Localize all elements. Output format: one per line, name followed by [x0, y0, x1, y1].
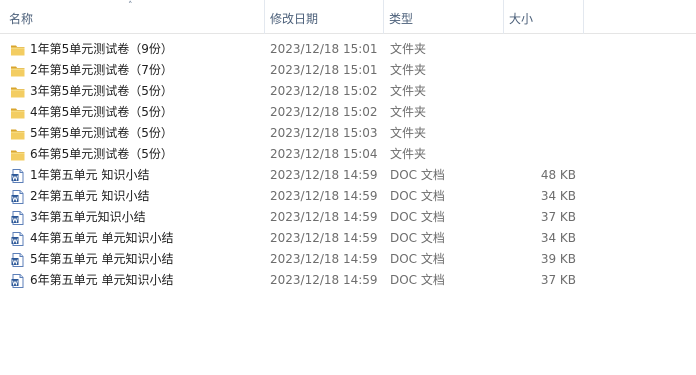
folder-icon: [10, 105, 26, 121]
file-modified-date: 2023/12/18 15:01: [270, 63, 378, 77]
column-header-date[interactable]: 修改日期: [265, 0, 384, 34]
file-size: 39 KB: [540, 252, 576, 266]
word-doc-icon: [10, 273, 26, 289]
file-name: 6年第5单元测试卷（5份）: [30, 147, 173, 161]
folder-icon: [10, 126, 26, 142]
file-name: 3年第五单元知识小结: [30, 210, 146, 224]
file-row[interactable]: 4年第五单元 单元知识小结 2023/12/18 14:59 DOC 文档 34 KB: [0, 228, 696, 249]
file-type: 文件夹: [390, 84, 427, 98]
file-modified-date: 2023/12/18 15:02: [270, 105, 378, 119]
file-row[interactable]: 1年第五单元 知识小结 2023/12/18 14:59 DOC 文档 48 KB: [0, 165, 696, 186]
file-row[interactable]: 3年第5单元测试卷（5份） 2023/12/18 15:02 文件夹: [0, 81, 696, 102]
column-header-size-label: 大小: [509, 12, 534, 26]
column-header-bar: 名称 ˄ 修改日期 类型 大小: [0, 0, 696, 34]
file-modified-date: 2023/12/18 14:59: [270, 252, 378, 266]
folder-icon: [10, 63, 26, 79]
file-type: 文件夹: [390, 42, 427, 56]
word-doc-icon: [10, 210, 26, 226]
file-size: 48 KB: [540, 168, 576, 182]
file-size: [504, 60, 576, 81]
file-name: 3年第5单元测试卷（5份）: [30, 84, 173, 98]
word-doc-icon: [10, 168, 26, 184]
file-type: 文件夹: [390, 105, 427, 119]
file-type: DOC 文档: [390, 189, 445, 203]
word-doc-icon: [10, 252, 26, 268]
file-type: 文件夹: [390, 147, 427, 161]
file-name: 1年第5单元测试卷（9份）: [30, 42, 173, 56]
column-header-type-label: 类型: [389, 12, 414, 26]
word-doc-icon: [10, 231, 26, 247]
file-modified-date: 2023/12/18 15:03: [270, 126, 378, 140]
file-name: 4年第五单元 单元知识小结: [30, 231, 174, 245]
file-row[interactable]: 5年第5单元测试卷（5份） 2023/12/18 15:03 文件夹: [0, 123, 696, 144]
file-size: 37 KB: [540, 210, 576, 224]
file-type: DOC 文档: [390, 273, 445, 287]
file-size: [504, 144, 576, 165]
file-type: DOC 文档: [390, 168, 445, 182]
file-size: 37 KB: [540, 273, 576, 287]
file-modified-date: 2023/12/18 14:59: [270, 189, 378, 203]
file-name: 2年第5单元测试卷（7份）: [30, 63, 173, 77]
file-row[interactable]: 3年第五单元知识小结 2023/12/18 14:59 DOC 文档 37 KB: [0, 207, 696, 228]
file-modified-date: 2023/12/18 14:59: [270, 231, 378, 245]
file-size: 34 KB: [540, 231, 576, 245]
file-name: 5年第5单元测试卷（5份）: [30, 126, 173, 140]
file-type: DOC 文档: [390, 231, 445, 245]
file-row[interactable]: 2年第五单元 知识小结 2023/12/18 14:59 DOC 文档 34 KB: [0, 186, 696, 207]
file-name: 5年第五单元 单元知识小结: [30, 252, 174, 266]
file-modified-date: 2023/12/18 14:59: [270, 168, 378, 182]
column-header-date-label: 修改日期: [270, 12, 319, 26]
sort-ascending-icon: ˄: [128, 1, 133, 11]
file-type: DOC 文档: [390, 252, 445, 266]
file-modified-date: 2023/12/18 14:59: [270, 210, 378, 224]
file-type: 文件夹: [390, 63, 427, 77]
file-name: 6年第五单元 单元知识小结: [30, 273, 174, 287]
file-modified-date: 2023/12/18 14:59: [270, 273, 378, 287]
file-row[interactable]: 6年第5单元测试卷（5份） 2023/12/18 15:04 文件夹: [0, 144, 696, 165]
file-type: DOC 文档: [390, 210, 445, 224]
file-size: [504, 39, 576, 60]
file-size: 34 KB: [540, 189, 576, 203]
column-header-type[interactable]: 类型: [384, 0, 504, 34]
file-row[interactable]: 5年第五单元 单元知识小结 2023/12/18 14:59 DOC 文档 39 KB: [0, 249, 696, 270]
column-header-name-label: 名称: [9, 12, 34, 26]
file-row[interactable]: 6年第五单元 单元知识小结 2023/12/18 14:59 DOC 文档 37 KB: [0, 270, 696, 291]
file-row[interactable]: 4年第5单元测试卷（5份） 2023/12/18 15:02 文件夹: [0, 102, 696, 123]
file-list: 1年第5单元测试卷（9份） 2023/12/18 15:01 文件夹 2年第5单元测试…: [0, 39, 696, 291]
folder-icon: [10, 84, 26, 100]
file-size: [504, 123, 576, 144]
file-name: 1年第五单元 知识小结: [30, 168, 150, 182]
folder-icon: [10, 147, 26, 163]
file-row[interactable]: 2年第5单元测试卷（7份） 2023/12/18 15:01 文件夹: [0, 60, 696, 81]
file-name: 4年第5单元测试卷（5份）: [30, 105, 173, 119]
file-name: 2年第五单元 知识小结: [30, 189, 150, 203]
file-type: 文件夹: [390, 126, 427, 140]
folder-icon: [10, 42, 26, 58]
file-row[interactable]: 1年第5单元测试卷（9份） 2023/12/18 15:01 文件夹: [0, 39, 696, 60]
column-header-name[interactable]: 名称 ˄: [0, 0, 265, 34]
column-header-size[interactable]: 大小: [504, 0, 584, 34]
word-doc-icon: [10, 189, 26, 205]
file-modified-date: 2023/12/18 15:01: [270, 42, 378, 56]
file-size: [504, 81, 576, 102]
file-modified-date: 2023/12/18 15:02: [270, 84, 378, 98]
file-size: [504, 102, 576, 123]
file-modified-date: 2023/12/18 15:04: [270, 147, 378, 161]
